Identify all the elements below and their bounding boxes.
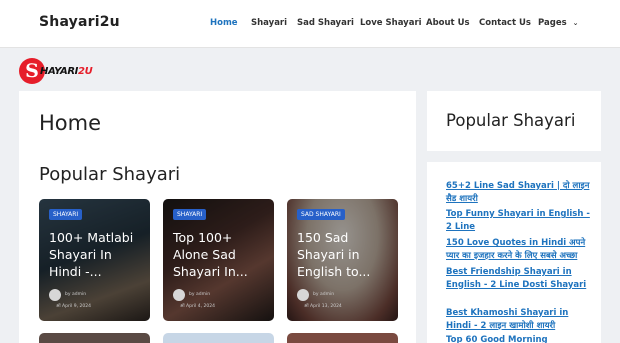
post-card-title[interactable]: 100+ Matlabi Shayari In Hindi -...: [49, 229, 145, 280]
page-title: Home: [39, 111, 102, 135]
post-card-title[interactable]: Top 100+ Alone Sad Shayari In...: [173, 229, 269, 280]
post-card[interactable]: Shayari Top 100+ Alone Sad Shayari In...…: [163, 199, 274, 321]
sidebar-widget: Popular Shayari: [427, 91, 601, 151]
sidebar-post-link[interactable]: Top Funny Shayari in English - 2 Line: [446, 208, 591, 233]
post-card[interactable]: Shayari 100+ Matlabi Shayari In Hindi -.…: [39, 199, 150, 321]
post-author: by admin: [65, 292, 87, 297]
post-card-partial[interactable]: [287, 333, 398, 343]
sidebar-post-link[interactable]: 65+2 Line Sad Shayari | दो लाइन सैड शायर…: [446, 180, 591, 205]
post-author: by admin: [189, 292, 211, 297]
logo-wordmark: HAYARI2U: [40, 66, 93, 77]
category-badge[interactable]: Shayari: [49, 209, 83, 220]
nav-shayari[interactable]: Shayari: [251, 18, 287, 28]
section-title: Popular Shayari: [39, 164, 181, 185]
logo-text-red: 2U: [78, 66, 93, 77]
post-date: ऑ April 13, 2024: [304, 304, 342, 309]
post-card-partial[interactable]: [163, 333, 274, 343]
nav-about-us[interactable]: About Us: [426, 18, 470, 28]
avatar: [49, 289, 61, 301]
sidebar-post-link[interactable]: Top 60 Good Morning: [446, 334, 591, 343]
avatar: [173, 289, 185, 301]
nav-sad-shayari[interactable]: Sad Shayari: [297, 18, 354, 28]
nav-contact-us[interactable]: Contact Us: [479, 18, 531, 28]
nav-pages[interactable]: Pages ⌄: [538, 18, 579, 28]
post-author: by admin: [313, 292, 335, 297]
avatar: [297, 289, 309, 301]
logo-row: S HAYARI2U: [0, 49, 620, 91]
site-header: Shayari2u Home Shayari Sad Shayari Love …: [0, 0, 620, 48]
post-date: ऑ April 9, 2024: [56, 304, 91, 309]
main-nav: Home Shayari Sad Shayari Love Shayari Ab…: [0, 18, 620, 32]
main-content: Home Popular Shayari Shayari 100+ Matlab…: [19, 91, 416, 343]
category-badge[interactable]: Shayari: [173, 209, 207, 220]
logo-text-dark: HAYARI: [40, 66, 79, 77]
post-card[interactable]: Sad Shayari 150 Sad Shayari in English t…: [287, 199, 398, 321]
post-card-title[interactable]: 150 Sad Shayari in English to...: [297, 229, 393, 280]
nav-home[interactable]: Home: [210, 18, 238, 28]
post-card-partial[interactable]: [39, 333, 150, 343]
sidebar-post-link[interactable]: Best Friendship Shayari in English - 2 L…: [446, 266, 591, 291]
sidebar-post-link[interactable]: Best Khamoshi Shayari in Hindi - 2 लाइन …: [446, 307, 591, 332]
nav-love-shayari[interactable]: Love Shayari: [360, 18, 422, 28]
category-badge[interactable]: Sad Shayari: [297, 209, 345, 220]
nav-pages-label: Pages: [538, 18, 567, 28]
post-date: ऑ April 4, 2024: [180, 304, 215, 309]
sidebar-title: Popular Shayari: [446, 111, 576, 130]
sidebar-post-list: 65+2 Line Sad Shayari | दो लाइन सैड शायर…: [427, 162, 601, 343]
chevron-down-icon: ⌄: [572, 19, 579, 27]
site-logo[interactable]: S HAYARI2U: [18, 57, 94, 85]
sidebar-post-link[interactable]: 150 Love Quotes in Hindi अपने प्यार का इ…: [446, 237, 591, 262]
